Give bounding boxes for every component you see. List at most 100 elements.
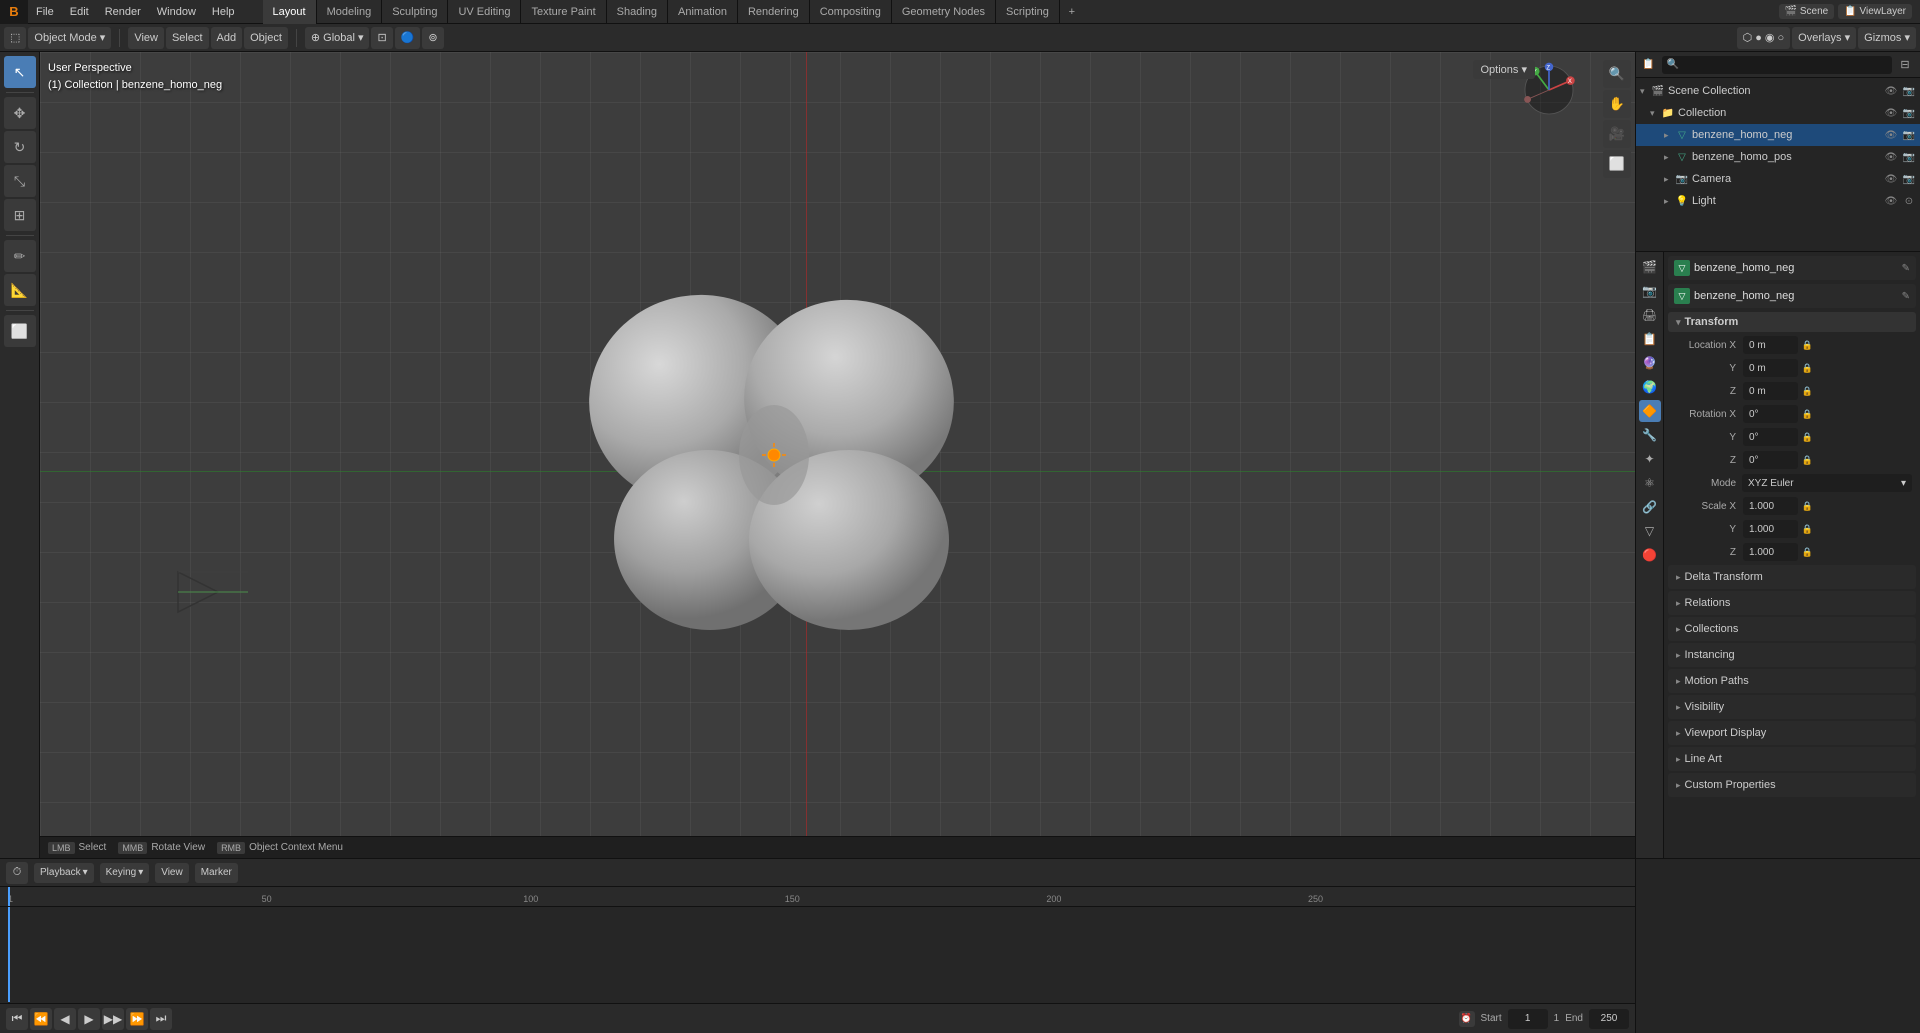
- bn-vis-eye[interactable]: 👁: [1884, 128, 1898, 142]
- custom-properties-header[interactable]: ▸ Custom Properties: [1668, 773, 1916, 797]
- coll-vis-eye[interactable]: 👁: [1884, 106, 1898, 120]
- outliner-scene-collection[interactable]: ▾ 🎬 Scene Collection 👁 📷: [1636, 80, 1920, 102]
- rotation-y-lock[interactable]: 🔒: [1799, 432, 1815, 443]
- menu-window[interactable]: Window: [149, 0, 204, 24]
- tab-sculpting[interactable]: Sculpting: [382, 0, 448, 24]
- cam-vis-eye[interactable]: 👁: [1884, 172, 1898, 186]
- prop-physics-icon[interactable]: ⚛: [1639, 472, 1661, 494]
- prop-output-icon[interactable]: 🖨: [1639, 304, 1661, 326]
- instancing-header[interactable]: ▸ Instancing: [1668, 643, 1916, 667]
- location-x-field[interactable]: 0 m: [1743, 336, 1798, 354]
- rotation-mode-select[interactable]: XYZ Euler ▾: [1742, 474, 1912, 492]
- add-menu[interactable]: Add: [211, 27, 243, 49]
- outliner-filter-btn[interactable]: ⊟: [1896, 56, 1914, 74]
- cam-vis-render[interactable]: 📷: [1902, 172, 1916, 186]
- overlays-btn[interactable]: Overlays ▾: [1792, 27, 1856, 49]
- relations-header[interactable]: ▸ Relations: [1668, 591, 1916, 615]
- location-y-val[interactable]: 0 m: [1743, 359, 1798, 377]
- tab-modeling[interactable]: Modeling: [317, 0, 383, 24]
- object-mode-btn[interactable]: Object Mode ▾: [28, 27, 111, 49]
- prop-object-data-icon[interactable]: ▽: [1639, 520, 1661, 542]
- motion-paths-header[interactable]: ▸ Motion Paths: [1668, 669, 1916, 693]
- outliner-benzene-pos[interactable]: ▸ ▽ benzene_homo_pos 👁 📷: [1636, 146, 1920, 168]
- keying-menu[interactable]: Keying ▾: [100, 863, 150, 883]
- jump-start-btn[interactable]: ⏮: [6, 1008, 28, 1030]
- proportional-btn[interactable]: ⊚: [422, 27, 443, 49]
- jump-back-btn[interactable]: ◀: [54, 1008, 76, 1030]
- hand-tool-btn[interactable]: ✋: [1603, 90, 1631, 118]
- visibility-header[interactable]: ▸ Visibility: [1668, 695, 1916, 719]
- next-keyframe-btn[interactable]: ⏩: [126, 1008, 148, 1030]
- location-z-val[interactable]: 0 m: [1743, 382, 1798, 400]
- menu-file[interactable]: File: [28, 0, 62, 24]
- transform-global[interactable]: ⊕ Global ▾: [305, 27, 370, 49]
- tool-move[interactable]: ✥: [4, 97, 36, 129]
- collections-header[interactable]: ▸ Collections: [1668, 617, 1916, 641]
- viewport-display-header[interactable]: ▸ Viewport Display: [1668, 721, 1916, 745]
- bp-vis-eye[interactable]: 👁: [1884, 150, 1898, 164]
- frame-start-input[interactable]: 1: [1508, 1009, 1548, 1029]
- lt-vis-eye[interactable]: 👁: [1884, 194, 1898, 208]
- prev-keyframe-btn[interactable]: ⏪: [30, 1008, 52, 1030]
- tab-rendering[interactable]: Rendering: [738, 0, 810, 24]
- transform-section-header[interactable]: ▾ Transform: [1668, 312, 1916, 332]
- tab-shading[interactable]: Shading: [607, 0, 668, 24]
- playback-menu[interactable]: Playback ▾: [34, 863, 94, 883]
- tab-uv-editing[interactable]: UV Editing: [448, 0, 521, 24]
- outliner-search[interactable]: 🔍: [1662, 56, 1892, 74]
- bn-vis-render[interactable]: 📷: [1902, 128, 1916, 142]
- viewport-options-btn[interactable]: Options ▾: [1473, 60, 1536, 79]
- tool-annotate[interactable]: ✏: [4, 240, 36, 272]
- camera-view-btn[interactable]: 🎥: [1603, 120, 1631, 148]
- scale-y-lock[interactable]: 🔒: [1799, 524, 1815, 535]
- scale-x-lock[interactable]: 🔒: [1799, 501, 1815, 512]
- gizmos-btn[interactable]: Gizmos ▾: [1858, 27, 1916, 49]
- delta-transform-header[interactable]: ▸ Delta Transform: [1668, 565, 1916, 589]
- ortho-view-btn[interactable]: ⬜: [1603, 150, 1631, 178]
- rotation-x-lock[interactable]: 🔒: [1799, 409, 1815, 420]
- tab-animation[interactable]: Animation: [668, 0, 738, 24]
- editor-type-btn[interactable]: ⬚: [4, 27, 26, 49]
- prop-particles-icon[interactable]: ✦: [1639, 448, 1661, 470]
- frame-clock-icon[interactable]: ⏰: [1459, 1011, 1475, 1027]
- obj-name-edit-icon[interactable]: ✎: [1902, 263, 1910, 274]
- prop-world-icon[interactable]: 🌍: [1639, 376, 1661, 398]
- outliner-light[interactable]: ▸ 💡 Light 👁 ⊙: [1636, 190, 1920, 212]
- location-z-lock[interactable]: 🔒: [1799, 386, 1815, 397]
- data-name-edit-icon[interactable]: ✎: [1902, 291, 1910, 302]
- prop-render-icon[interactable]: 📷: [1639, 280, 1661, 302]
- prop-scene-icon[interactable]: 🎬: [1639, 256, 1661, 278]
- scene-selector[interactable]: 🎬 Scene: [1779, 4, 1835, 19]
- jump-forward-btn[interactable]: ▶▶: [102, 1008, 124, 1030]
- menu-help[interactable]: Help: [204, 0, 243, 24]
- viewport[interactable]: User Perspective (1) Collection | benzen…: [40, 52, 1635, 858]
- vis-render-icon[interactable]: 📷: [1902, 84, 1916, 98]
- tab-scripting[interactable]: Scripting: [996, 0, 1060, 24]
- tab-geometry-nodes[interactable]: Geometry Nodes: [892, 0, 996, 24]
- rotation-z-lock[interactable]: 🔒: [1799, 455, 1815, 466]
- prop-scene-data-icon[interactable]: 🔮: [1639, 352, 1661, 374]
- pivot-btn[interactable]: ⊡: [371, 27, 392, 49]
- bp-vis-render[interactable]: 📷: [1902, 150, 1916, 164]
- prop-object-icon[interactable]: 🔶: [1639, 400, 1661, 422]
- prop-view-layer-icon[interactable]: 📋: [1639, 328, 1661, 350]
- search-viewport-btn[interactable]: 🔍: [1603, 60, 1631, 88]
- tool-rotate[interactable]: ↻: [4, 131, 36, 163]
- jump-end-btn[interactable]: ⏭: [150, 1008, 172, 1030]
- tool-scale[interactable]: ⤡: [4, 165, 36, 197]
- prop-material-icon[interactable]: 🔴: [1639, 544, 1661, 566]
- scale-z-lock[interactable]: 🔒: [1799, 547, 1815, 558]
- rotation-z-val[interactable]: 0°: [1743, 451, 1798, 469]
- prop-modifier-icon[interactable]: 🔧: [1639, 424, 1661, 446]
- select-menu[interactable]: Select: [166, 27, 209, 49]
- snap-btn[interactable]: 🔵: [395, 27, 421, 49]
- tab-texture-paint[interactable]: Texture Paint: [521, 0, 606, 24]
- timeline-editor-type[interactable]: ⏱: [6, 862, 28, 884]
- outliner-benzene-neg[interactable]: ▸ ▽ benzene_homo_neg 👁 📷: [1636, 124, 1920, 146]
- menu-edit[interactable]: Edit: [62, 0, 97, 24]
- tab-layout[interactable]: Layout: [263, 0, 317, 24]
- vis-eye-icon[interactable]: 👁: [1884, 84, 1898, 98]
- frame-end-input[interactable]: 250: [1589, 1009, 1629, 1029]
- line-art-header[interactable]: ▸ Line Art: [1668, 747, 1916, 771]
- tool-transform[interactable]: ⊞: [4, 199, 36, 231]
